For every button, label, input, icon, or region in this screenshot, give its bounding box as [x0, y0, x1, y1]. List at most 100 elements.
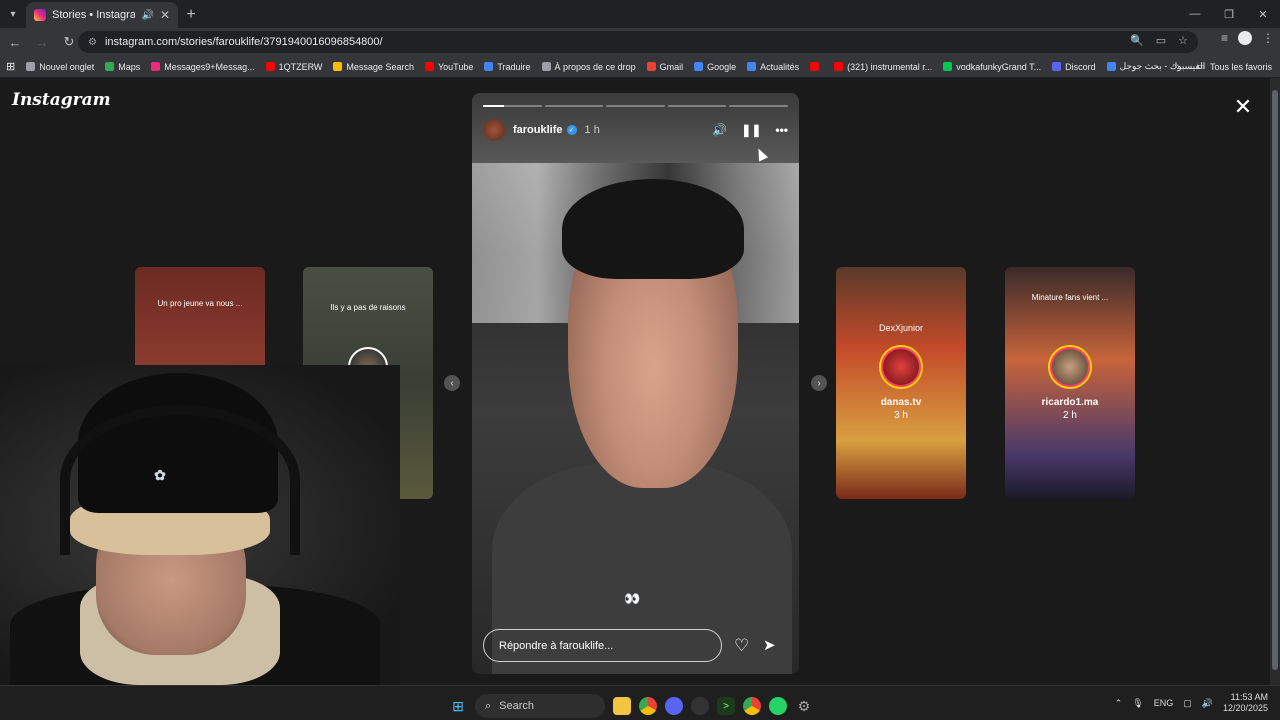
bookmark-label: 1QTZERW [278, 61, 323, 72]
site-info-icon[interactable]: ⚙ [88, 37, 97, 48]
bookmark-favicon-icon [1052, 62, 1062, 71]
story-author-avatar[interactable] [483, 119, 505, 141]
cast-icon[interactable]: ▭ [1156, 34, 1166, 47]
bookmark-star-icon[interactable]: ☆ [1178, 34, 1188, 47]
progress-segment [544, 105, 604, 107]
close-stories-button[interactable]: ✕ [1232, 96, 1254, 118]
active-story[interactable]: farouklife ✓ 1 h 🔊 ❚❚ ••• 👀 Répondre à f… [472, 93, 799, 674]
bookmark-favicon-icon [694, 62, 704, 71]
bookmark-item[interactable]: Google [694, 62, 736, 72]
volume-tray-icon[interactable]: 🔊 [1202, 698, 1213, 709]
chrome-icon[interactable] [639, 697, 657, 715]
bookmark-item[interactable]: 1QTZERW [265, 61, 323, 72]
bookmark-item[interactable]: الفيسبوك - بحث جوجل [1106, 61, 1206, 72]
file-explorer-icon[interactable] [613, 697, 631, 715]
story-header: farouklife ✓ 1 h 🔊 ❚❚ ••• [483, 119, 788, 141]
taskbar-apps: ⊞ ⌕ Search > ⚙ [449, 694, 813, 718]
bookmark-item[interactable]: Messages9+Messag... [151, 62, 255, 72]
bookmark-item[interactable] [810, 62, 823, 71]
reply-input[interactable]: Répondre à farouklife... [483, 629, 722, 662]
story-controls: 🔊 ❚❚ ••• [712, 123, 788, 137]
like-heart-icon[interactable]: ♡ [734, 636, 749, 656]
app-icon[interactable] [691, 697, 709, 715]
story-progress [483, 105, 788, 107]
mic-icon[interactable]: 🎙 [1132, 698, 1143, 709]
new-tab-button[interactable]: + [178, 2, 204, 28]
bookmark-label: الفيسبوك - بحث جوجل [1119, 61, 1206, 71]
taskbar-search[interactable]: ⌕ Search [475, 694, 605, 718]
url-text: instagram.com/stories/farouklife/3791940… [104, 36, 383, 48]
story-caption: Un pro jeune va nous ... [157, 299, 243, 308]
bookmark-label: Traduire [497, 61, 531, 72]
search-icon: ⌕ [485, 699, 492, 712]
story-person-hair [562, 179, 744, 279]
tray-chevron-icon[interactable]: ⌃ [1115, 698, 1123, 709]
windows-taskbar: ⊞ ⌕ Search > ⚙ ⌃ 🎙 ENG ▢ 🔊 11:53 AM 12/20… [0, 685, 1280, 720]
bookmark-item[interactable]: Maps [105, 62, 140, 72]
bookmark-item[interactable]: YouTube [424, 62, 473, 72]
bookmark-favicon-icon [105, 62, 115, 71]
tab-search-icon[interactable]: ▾ [0, 0, 26, 28]
tab-audio-icon[interactable]: 🔊 [141, 10, 153, 21]
restore-button[interactable]: ❐ [1212, 0, 1246, 28]
previous-story-arrow[interactable]: ‹ [444, 375, 460, 391]
start-icon[interactable]: ⊞ [449, 697, 467, 715]
settings-icon[interactable]: ⚙ [795, 697, 813, 715]
media-control-icon[interactable]: ≡ [1221, 31, 1228, 45]
back-button[interactable]: ← [3, 30, 27, 54]
instagram-logo[interactable]: Instagram [12, 90, 111, 110]
clock[interactable]: 11:53 AM 12/20/2025 [1223, 692, 1268, 714]
bookmark-favicon-icon [541, 62, 551, 71]
bookmark-item[interactable]: Actualités [747, 62, 799, 72]
tab-instagram-stories[interactable]: Stories • Instagram 🔊 ✕ [26, 2, 178, 28]
bookmark-item[interactable]: Discord [1052, 62, 1096, 72]
bookmark-label: Nouvel onglet [39, 61, 95, 72]
webcam-overlay: ✿ [0, 365, 400, 685]
zoom-icon[interactable]: 🔍 [1130, 34, 1144, 47]
pause-icon[interactable]: ❚❚ [741, 123, 761, 137]
page-scrollbar[interactable] [1270, 78, 1280, 685]
bookmark-item[interactable]: (321) instrumental r... [834, 62, 932, 72]
next-story-arrow[interactable]: › [811, 375, 827, 391]
bookmark-label: Discord [1065, 61, 1096, 72]
window-close-button[interactable]: ✕ [1246, 0, 1280, 28]
bookmark-item[interactable]: vodkafunkyGrand T... [943, 62, 1041, 72]
chrome-active-icon[interactable] [743, 697, 761, 715]
bookmarks-more-icon[interactable]: » [1174, 61, 1180, 73]
bookmark-favicon-icon [424, 62, 434, 71]
volume-icon[interactable]: 🔊 [712, 123, 727, 137]
bookmark-favicon-icon [943, 62, 953, 71]
menu-icon[interactable]: ⋮ [1262, 31, 1274, 45]
bookmark-item[interactable]: À propos de ce drop [541, 62, 636, 72]
address-bar[interactable]: ⚙ instagram.com/stories/farouklife/37919… [78, 31, 1198, 53]
side-story-ricardo[interactable]: Minature fans vient ... ricardo1.ma 2 h [1005, 267, 1135, 499]
tab-close-icon[interactable]: ✕ [160, 8, 170, 22]
folder-icon: ▭ [1196, 61, 1205, 71]
bookmark-label: Actualités [760, 61, 800, 72]
send-icon[interactable]: ➤ [763, 636, 776, 654]
story-username: danas.tv [880, 397, 922, 408]
apps-icon[interactable]: ⊞ [6, 60, 15, 73]
all-favorites-folder[interactable]: ▭ Tous les favoris [1196, 61, 1272, 72]
toolbar-right: ≡ ⋮ [1221, 31, 1274, 45]
bookmark-item[interactable]: Message Search [333, 62, 414, 72]
story-time: 3 h [894, 410, 908, 421]
forward-button[interactable]: → [30, 30, 54, 54]
profile-avatar[interactable] [1238, 31, 1252, 45]
progress-segment [667, 105, 727, 107]
network-icon[interactable]: ▢ [1183, 698, 1192, 709]
bookmark-item[interactable]: Gmail [646, 62, 683, 72]
bookmark-favicon-icon [333, 62, 343, 71]
minimize-button[interactable]: — [1178, 0, 1212, 28]
bookmark-item[interactable]: Traduire [484, 61, 531, 72]
bookmark-item[interactable]: Nouvel onglet [26, 62, 94, 72]
language-indicator[interactable]: ENG [1154, 698, 1174, 708]
story-author-username[interactable]: farouklife [513, 124, 563, 136]
discord-icon[interactable] [665, 697, 683, 715]
side-story-danas[interactable]: DexXjunior danas.tv 3 h [836, 267, 966, 499]
progress-segment [483, 105, 542, 107]
terminal-icon[interactable]: > [717, 697, 735, 715]
scrollbar-thumb[interactable] [1272, 90, 1278, 670]
whatsapp-icon[interactable] [769, 697, 787, 715]
more-options-icon[interactable]: ••• [775, 123, 788, 137]
